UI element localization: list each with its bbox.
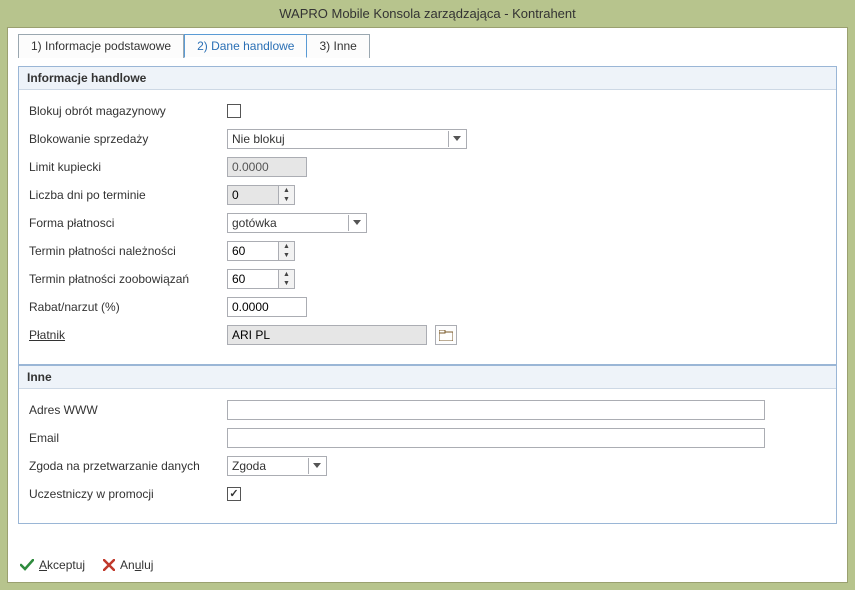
spinner-payable-term[interactable]: ▲ ▼ [227,269,295,289]
spin-up-icon[interactable]: ▲ [279,270,294,279]
cancel-label-post: luj [141,558,153,572]
window-title: WAPRO Mobile Konsola zarządzająca - Kont… [0,0,855,27]
group-trade-info: Informacje handlowe Blokuj obrót magazyn… [18,66,837,365]
label-block-sales: Blokowanie sprzedaży [27,132,227,146]
label-consent: Zgoda na przetwarzanie danych [27,459,227,473]
input-credit-limit [227,157,307,177]
label-promo: Uczestniczy w promocji [27,487,227,501]
label-payable-term: Termin płatności zoobowiązań [27,272,227,286]
label-discount: Rabat/narzut (%) [27,300,227,314]
accept-button[interactable]: Akceptuj [20,558,85,572]
link-payer[interactable]: Płatnik [27,328,227,342]
spin-down-icon[interactable]: ▼ [279,279,294,288]
check-icon [20,559,34,571]
checkbox-block-warehouse[interactable] [227,104,241,118]
input-discount[interactable] [227,297,307,317]
window: WAPRO Mobile Konsola zarządzająca - Kont… [0,0,855,590]
group-trade-info-header: Informacje handlowe [19,67,836,90]
label-credit-limit: Limit kupiecki [27,160,227,174]
spinner-days-overdue-input [228,186,278,204]
chevron-down-icon [308,458,324,474]
input-payer [227,325,427,345]
select-consent-value: Zgoda [232,459,308,473]
cancel-label-pre: An [120,558,135,572]
select-payment-form[interactable]: gotówka [227,213,367,233]
label-www: Adres WWW [27,403,227,417]
tabstrip: 1) Informacje podstawowe 2) Dane handlow… [8,28,847,58]
client-area: 1) Informacje podstawowe 2) Dane handlow… [7,27,848,583]
cancel-button[interactable]: Anuluj [103,558,153,572]
spinner-receivable-term[interactable]: ▲ ▼ [227,241,295,261]
input-www[interactable] [227,400,765,420]
tab-basic-info[interactable]: 1) Informacje podstawowe [18,34,184,58]
select-block-sales-value: Nie blokuj [232,132,448,146]
checkbox-promo[interactable]: ✓ [227,487,241,501]
spin-down-icon: ▼ [279,195,294,204]
spinner-receivable-term-input[interactable] [228,242,278,260]
tab-other[interactable]: 3) Inne [307,34,369,58]
spin-up-icon[interactable]: ▲ [279,242,294,251]
select-payment-form-value: gotówka [232,216,348,230]
group-other: Inne Adres WWW Email [18,365,837,524]
spin-up-icon: ▲ [279,186,294,195]
spinner-payable-term-input[interactable] [228,270,278,288]
accept-label-first: A [39,558,47,572]
select-block-sales[interactable]: Nie blokuj [227,129,467,149]
chevron-down-icon [448,131,464,147]
footer: Akceptuj Anuluj [8,548,847,582]
close-icon [103,559,115,571]
label-days-overdue: Liczba dni po terminie [27,188,227,202]
select-consent[interactable]: Zgoda [227,456,327,476]
spin-down-icon[interactable]: ▼ [279,251,294,260]
label-receivable-term: Termin płatności należności [27,244,227,258]
lookup-payer-button[interactable] [435,325,457,345]
tab-trade-data[interactable]: 2) Dane handlowe [184,34,307,58]
label-payment-form: Forma płatnosci [27,216,227,230]
folder-icon [439,330,453,341]
tab-content: Informacje handlowe Blokuj obrót magazyn… [8,66,847,546]
input-email[interactable] [227,428,765,448]
chevron-down-icon [348,215,364,231]
accept-label-rest: kceptuj [47,558,85,572]
spinner-days-overdue: ▲ ▼ [227,185,295,205]
label-block-warehouse: Blokuj obrót magazynowy [27,104,227,118]
label-email: Email [27,431,227,445]
group-other-header: Inne [19,366,836,389]
